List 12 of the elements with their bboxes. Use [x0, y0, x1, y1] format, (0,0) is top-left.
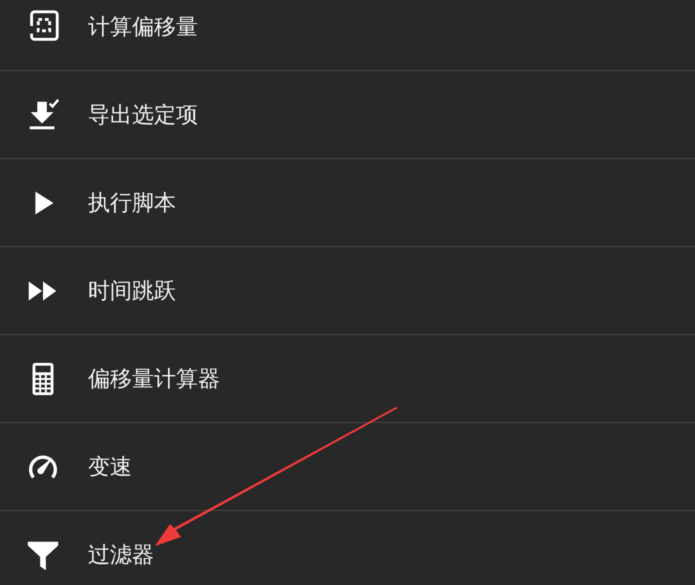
menu-item[interactable]: 时间跳跃 [0, 247, 695, 335]
menu-item-label: 过滤器 [88, 542, 154, 570]
menu-item-label: 偏移量计算器 [88, 366, 220, 394]
menu-item[interactable]: 计算偏移量 [0, 0, 695, 71]
menu-item-label: 计算偏移量 [88, 14, 198, 42]
menu-item-label: 执行脚本 [88, 190, 176, 218]
menu-item-label: 时间跳跃 [88, 278, 176, 306]
menu-item[interactable]: 导出选定项 [0, 71, 695, 159]
menu-item-label: 导出选定项 [88, 102, 198, 130]
menu-item[interactable]: 偏移量计算器 [0, 335, 695, 423]
menu-item-label: 变速 [88, 454, 132, 482]
menu-item[interactable]: 执行脚本 [0, 159, 695, 247]
